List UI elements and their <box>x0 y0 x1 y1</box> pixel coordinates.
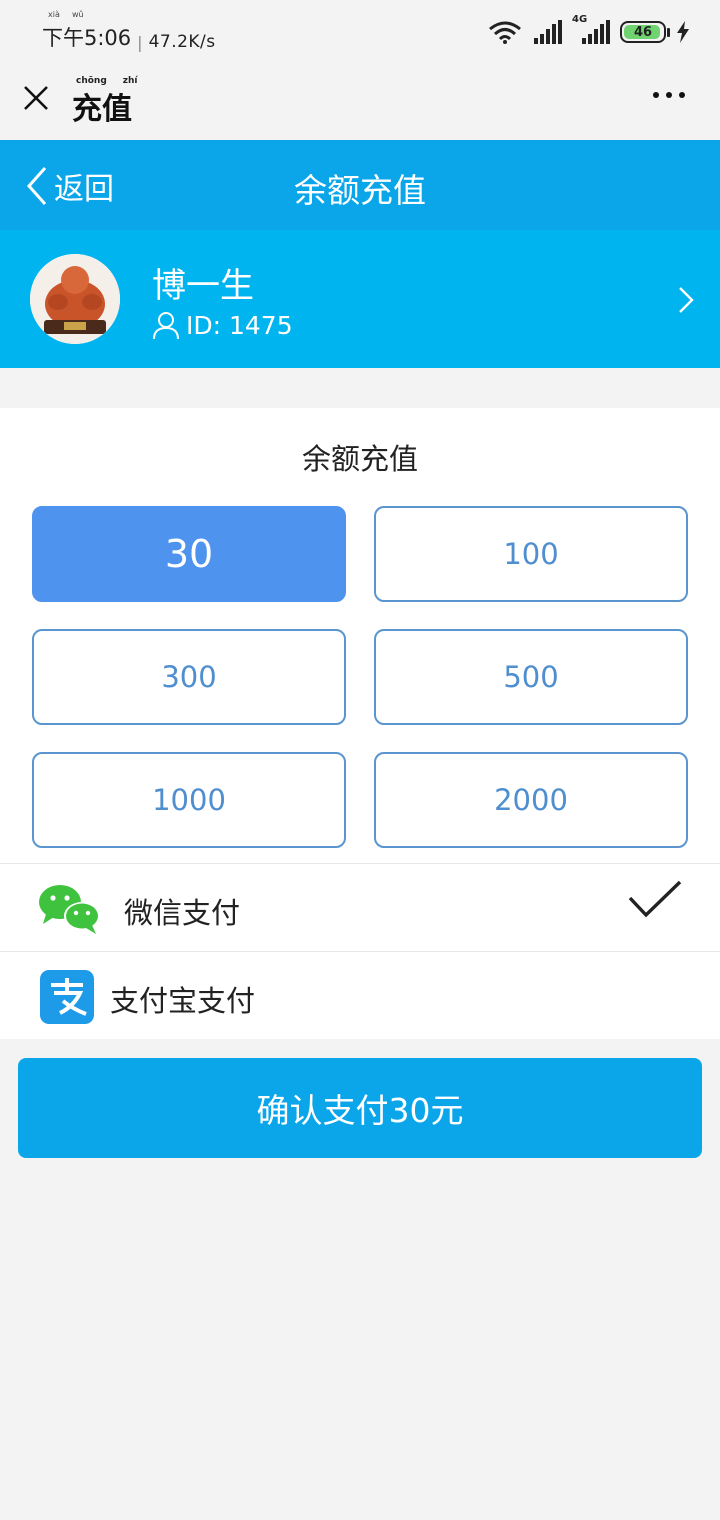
close-icon[interactable] <box>22 84 50 112</box>
profile-id-text: ID: 1475 <box>186 310 293 340</box>
amount-option-500[interactable]: 500 <box>374 629 688 725</box>
charging-icon <box>677 21 689 43</box>
title-wrap: chōng zhí 充值 <box>72 76 138 128</box>
battery-level: 46 <box>633 24 653 40</box>
wechat-icon <box>39 885 100 934</box>
nav-header: 返回 余额充值 <box>0 140 720 230</box>
amount-option-2000[interactable]: 2000 <box>374 752 688 848</box>
amount-option-300[interactable]: 300 <box>32 629 346 725</box>
avatar-image <box>30 254 120 344</box>
wifi-icon <box>489 21 521 44</box>
status-time: 下午5:06 <box>42 26 132 50</box>
status-time-wrap: xià wǔ 下午5:06 <box>42 10 132 52</box>
profile-id: ID: 1475 <box>152 310 293 340</box>
confirm-pay-button[interactable]: 确认支付30元 <box>18 1058 702 1158</box>
chevron-right-icon <box>679 287 694 313</box>
title-bar: chōng zhí 充值 <box>0 70 720 140</box>
signal-icon <box>534 20 562 44</box>
recharge-section: 余额充值 30 100 300 500 1000 2000 <box>0 408 720 863</box>
alipay-icon <box>40 970 94 1024</box>
alipay-label: 支付宝支付 <box>110 984 256 1018</box>
amount-option-1000[interactable]: 1000 <box>32 752 346 848</box>
ruby-wu: wǔ <box>72 10 84 19</box>
status-right: 4G 46 <box>488 14 690 44</box>
check-icon <box>628 880 682 918</box>
page-title: 充值 <box>72 92 132 127</box>
avatar <box>30 254 120 344</box>
amount-option-100[interactable]: 100 <box>374 506 688 602</box>
status-separator: | <box>137 33 143 52</box>
ruby-xia: xià <box>48 10 60 19</box>
nav-title: 余额充值 <box>294 171 426 210</box>
user-icon <box>153 312 179 340</box>
battery-icon: 46 <box>620 21 670 43</box>
signal-4g-icon <box>582 20 610 44</box>
signal-4g-group: 4G <box>572 14 610 44</box>
payment-alipay[interactable]: 支付宝支付 <box>0 951 720 1039</box>
profile-card[interactable]: 博一生 ID: 1475 <box>0 230 720 368</box>
recharge-title: 余额充值 <box>301 442 418 476</box>
status-bar: xià wǔ 下午5:06 | 47.2K/s 4G 46 <box>0 0 720 70</box>
profile-name: 博一生 <box>152 266 254 306</box>
more-options-icon[interactable] <box>652 90 686 100</box>
network-speed: 47.2K/s <box>148 32 216 52</box>
amount-option-30[interactable]: 30 <box>32 506 346 602</box>
wechat-label: 微信支付 <box>124 896 241 930</box>
payment-wechat[interactable]: 微信支付 <box>0 863 720 951</box>
status-left: xià wǔ 下午5:06 | 47.2K/s <box>42 10 216 52</box>
